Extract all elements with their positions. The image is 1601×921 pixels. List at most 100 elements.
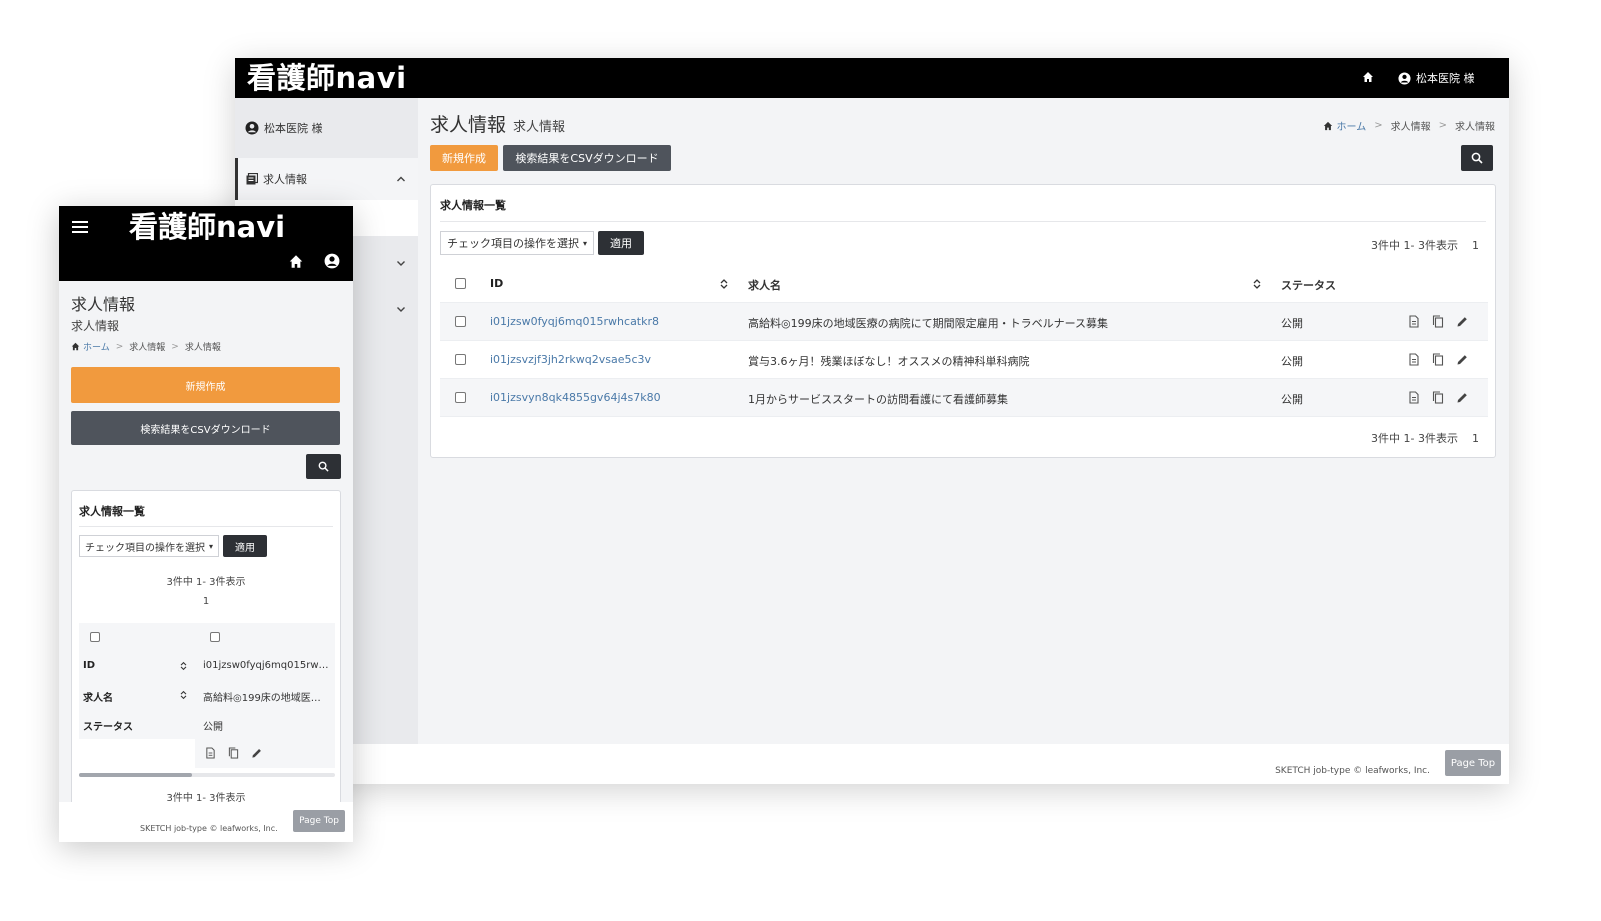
divider (440, 221, 1486, 222)
header-user-label: 松本医院 様 (1416, 72, 1475, 85)
row-value-cell (195, 739, 335, 768)
chevron-up-icon[interactable] (396, 174, 406, 184)
breadcrumb-home[interactable]: ホーム (1337, 118, 1367, 133)
copy-icon[interactable] (228, 747, 239, 759)
page-number[interactable]: 1 (72, 596, 340, 607)
page-number[interactable]: 1 (1472, 432, 1479, 445)
pager-summary: 3件中 1- 3件表示 (1371, 239, 1458, 252)
user-circle-icon[interactable] (324, 253, 340, 269)
job-status: 公開 (1281, 317, 1303, 330)
job-id-link[interactable]: i01jzsw0fyqj6mq015rw… (203, 660, 335, 671)
apply-button[interactable]: 適用 (223, 535, 268, 557)
copy-icon[interactable] (1432, 315, 1444, 328)
column-header-status: ステータス (83, 722, 133, 733)
horizontal-scrollbar[interactable] (79, 773, 335, 777)
row-value-cell (195, 623, 335, 652)
user-circle-icon (245, 121, 259, 135)
breadcrumb-section[interactable]: 求人情報 (1391, 118, 1431, 133)
apply-button[interactable]: 適用 (598, 231, 645, 255)
row-checkbox[interactable] (455, 392, 466, 403)
pencil-icon[interactable] (1456, 353, 1468, 366)
page-top-button[interactable]: Page Top (1445, 750, 1501, 776)
header-user-menu[interactable]: 松本医院 様 (1398, 70, 1475, 86)
row-value-cell: i01jzsw0fyqj6mq015rw… (195, 652, 335, 681)
pencil-icon[interactable] (251, 747, 262, 759)
row-checkbox[interactable] (455, 354, 466, 365)
row-label-cell (79, 623, 195, 652)
row-checkbox[interactable] (455, 316, 466, 327)
column-header-id[interactable]: ID (83, 660, 95, 671)
sort-icon[interactable] (180, 661, 187, 671)
table-row: 求人名 高給料◎199床の地域医… (79, 681, 335, 710)
pager-bottom: 3件中 1- 3件表示 1 (1371, 430, 1479, 446)
copyright: SKETCH job-type © leafworks, Inc. (140, 824, 278, 833)
page-number[interactable]: 1 (1472, 239, 1479, 252)
pencil-icon[interactable] (1456, 315, 1468, 328)
pager-summary: 3件中 1- 3件表示 (166, 577, 246, 588)
search-button[interactable] (1461, 145, 1493, 171)
row-label-cell: ID (79, 652, 195, 681)
column-header-id[interactable]: ID (490, 277, 503, 290)
sort-icon[interactable] (720, 278, 728, 290)
home-icon[interactable] (288, 254, 304, 269)
job-id-link[interactable]: i01jzsw0fyqj6mq015rwhcatkr8 (490, 315, 659, 328)
pager-top: 3件中 1- 3件表示 1 (1371, 237, 1479, 253)
row-label-cell: 求人名 (79, 681, 195, 710)
csv-download-button[interactable]: 検索結果をCSVダウンロード (503, 145, 671, 171)
job-id-link[interactable]: i01jzsvzjf3jh2rkwq2vsae5c3v (490, 353, 651, 366)
bulk-action-bar: チェック項目の操作を選択 ▾ 適用 (440, 231, 645, 255)
row-label-cell (79, 739, 195, 768)
select-all-checkbox[interactable] (90, 632, 100, 642)
document-icon[interactable] (1408, 315, 1420, 328)
sidebar-item-jobs[interactable]: 求人情報 (235, 158, 418, 200)
bulk-action-label: チェック項目の操作を選択 (85, 542, 205, 554)
copyright: SKETCH job-type © leafworks, Inc. (1275, 766, 1430, 776)
breadcrumb: ホーム > 求人情報 > 求人情報 (1323, 118, 1495, 133)
table-row: i01jzsvzjf3jh2rkwq2vsae5c3v 賞与3.6ヶ月！残業ほぼ… (440, 341, 1488, 379)
sort-icon[interactable] (1253, 278, 1261, 290)
copy-icon[interactable] (1432, 353, 1444, 366)
new-button[interactable]: 新規作成 (430, 145, 498, 171)
bulk-action-select[interactable]: チェック項目の操作を選択 ▾ (79, 535, 220, 557)
search-icon (1471, 152, 1483, 164)
column-header-name[interactable]: 求人名 (748, 277, 781, 293)
breadcrumb-section[interactable]: 求人情報 (129, 340, 165, 353)
bulk-action-select[interactable]: チェック項目の操作を選択 ▾ (440, 231, 595, 255)
sidebar-user-label: 松本医院 様 (264, 122, 323, 135)
row-actions (1408, 353, 1480, 366)
mobile-window: 看護師navi 求人情報 求人情報 ホーム > 求人情報 > 求人情報 新規作成… (59, 206, 353, 842)
job-status: 公開 (1281, 355, 1303, 368)
new-button[interactable]: 新規作成 (71, 367, 340, 403)
chevron-down-icon[interactable] (396, 258, 406, 268)
document-icon[interactable] (1408, 391, 1420, 404)
row-actions (1408, 315, 1480, 328)
page-subtitle: 求人情報 (513, 120, 566, 135)
search-button[interactable] (306, 454, 341, 479)
job-id-link[interactable]: i01jzsvyn8qk4855gv64j4s7k80 (490, 391, 661, 404)
chevron-down-icon[interactable] (396, 304, 406, 314)
copy-icon[interactable] (1432, 391, 1444, 404)
column-header-name[interactable]: 求人名 (83, 689, 113, 704)
scrollbar-thumb[interactable] (79, 773, 192, 777)
hamburger-icon[interactable] (72, 221, 88, 233)
document-icon[interactable] (1408, 353, 1420, 366)
page-top-button[interactable]: Page Top (293, 810, 345, 832)
job-table: ID 求人名 ステータス i01jzsw0fyqj6mq015rwhcatkr8… (440, 265, 1488, 417)
row-checkbox[interactable] (210, 632, 220, 642)
job-name: 1月からサービススタートの訪問看護にて看護師募集 (748, 393, 1008, 406)
site-logo[interactable]: 看護師navi (129, 209, 285, 245)
desktop-window: 看護師navi 松本医院 様 松本医院 様 求人情報 求人情報 求人情報 ホーム… (235, 58, 1509, 784)
breadcrumb-home[interactable]: ホーム (83, 340, 110, 353)
site-logo[interactable]: 看護師navi (247, 59, 407, 97)
select-all-checkbox[interactable] (455, 278, 466, 289)
column-header-status: ステータス (1281, 279, 1336, 292)
csv-download-button[interactable]: 検索結果をCSVダウンロード (71, 411, 340, 445)
card-title: 求人情報一覧 (79, 505, 145, 518)
table-row: ID i01jzsw0fyqj6mq015rw… (79, 652, 335, 681)
sidebar-item-label: 求人情報 (263, 173, 307, 186)
pencil-icon[interactable] (1456, 391, 1468, 404)
page-title: 求人情報 (71, 295, 136, 314)
sort-icon[interactable] (180, 690, 187, 700)
home-icon[interactable] (1362, 71, 1374, 83)
document-icon[interactable] (205, 747, 216, 759)
